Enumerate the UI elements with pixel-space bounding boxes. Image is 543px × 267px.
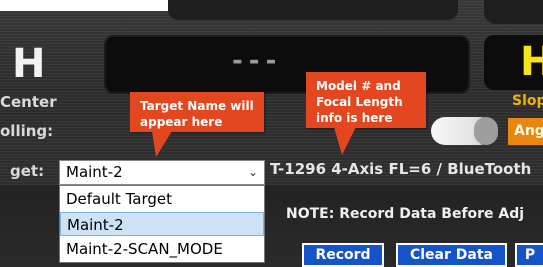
target-dropdown-list: Default Target Maint-2 Maint-2-SCAN_MODE xyxy=(59,185,265,263)
target-option-default[interactable]: Default Target xyxy=(60,187,264,211)
window-corner xyxy=(0,0,168,11)
target-select-value: Maint-2 xyxy=(66,163,123,181)
target-option-maint-2[interactable]: Maint-2 xyxy=(60,212,264,236)
top-right-display-frame xyxy=(484,0,543,24)
center-label: Center xyxy=(0,93,57,111)
slope-label: Slop xyxy=(512,93,543,109)
angle-button[interactable]: Ang xyxy=(508,118,543,145)
target-callout-pointer xyxy=(152,131,172,157)
chevron-down-icon: ⌄ xyxy=(247,165,258,179)
target-select[interactable]: Maint-2 ⌄ xyxy=(59,160,265,185)
model-callout-pointer xyxy=(334,127,356,155)
record-note: NOTE: Record Data Before Adj xyxy=(286,206,525,222)
target-name-callout: Target Name will appear here xyxy=(130,92,264,132)
partial-button[interactable]: P xyxy=(515,243,543,267)
top-display-frame xyxy=(168,0,458,20)
rolling-label: olling: xyxy=(0,122,54,140)
device-info-text: T-1296 4-Axis FL=6 / BlueTooth xyxy=(270,160,532,178)
left-reading-value: H xyxy=(12,41,46,87)
target-label: get: xyxy=(10,162,45,180)
model-info-callout: Model # and Focal Length info is here xyxy=(306,72,426,128)
clear-data-button[interactable]: Clear Data xyxy=(396,243,507,267)
right-reading-value: H xyxy=(520,39,543,85)
record-button[interactable]: Record xyxy=(302,243,384,267)
mode-toggle-knob[interactable] xyxy=(474,117,498,145)
center-reading-value: --- xyxy=(232,46,283,76)
target-option-scan-mode[interactable]: Maint-2-SCAN_MODE xyxy=(60,237,264,261)
